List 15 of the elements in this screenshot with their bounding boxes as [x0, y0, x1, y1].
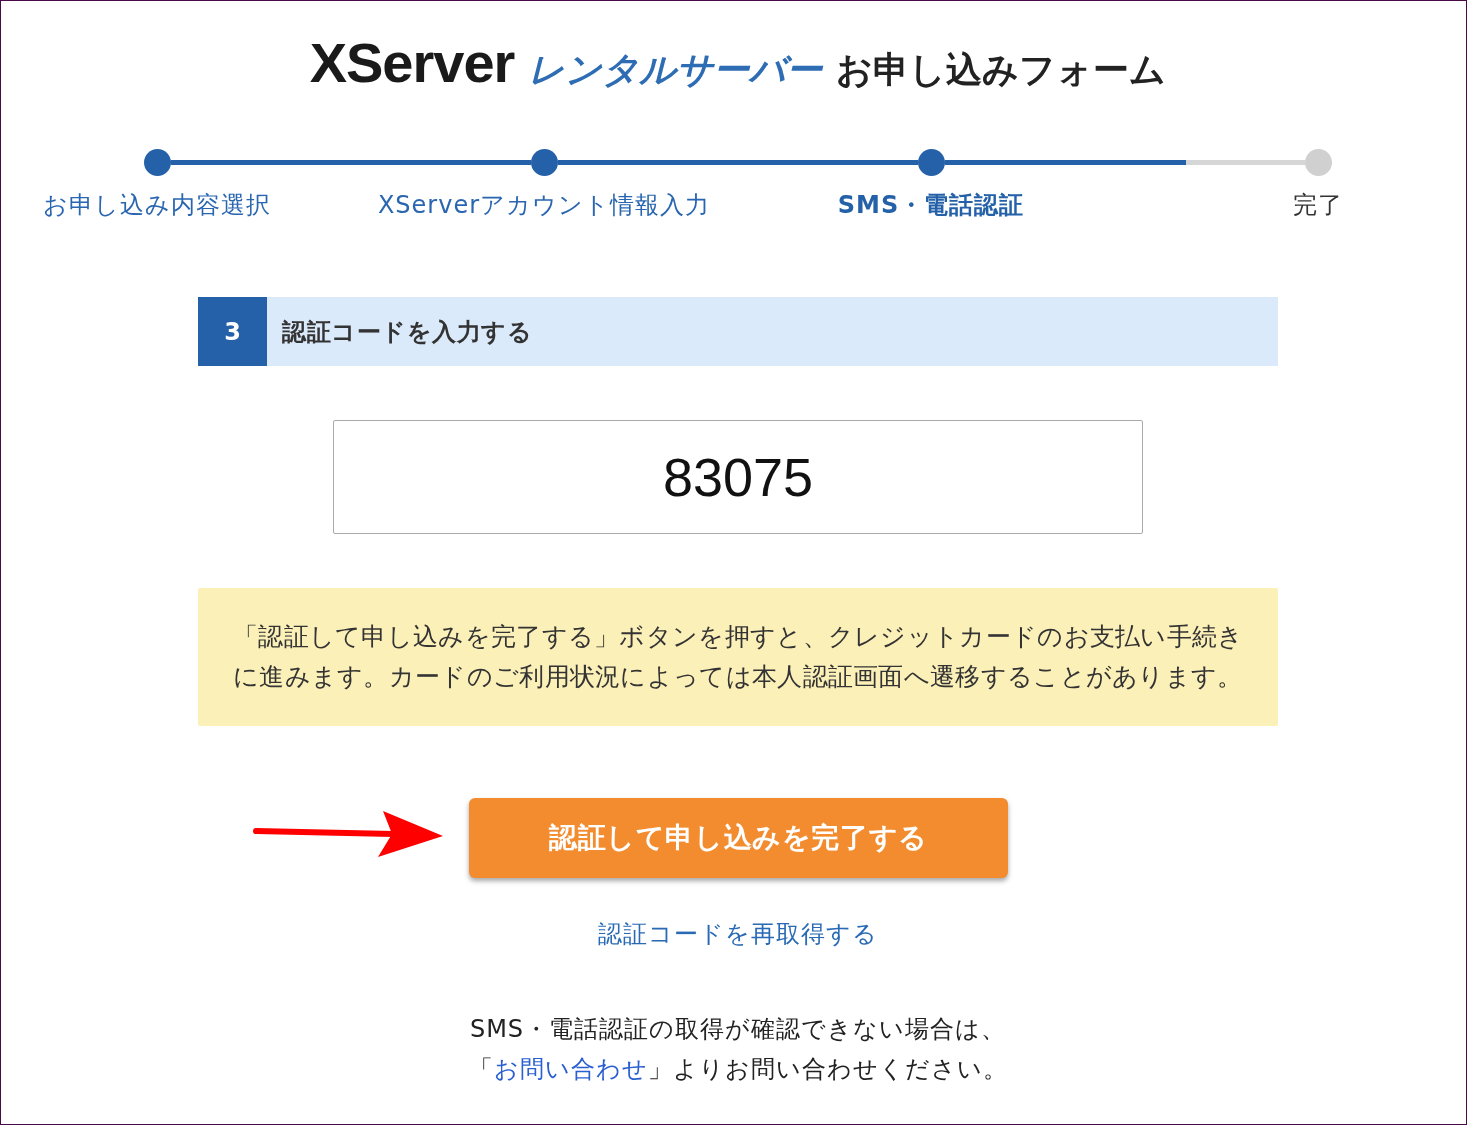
contact-note: SMS・電話認証の取得が確認できない場合は、 「お問い合わせ」よりお問い合わせください。: [468, 1014, 1008, 1085]
form-title: お申し込みフォーム: [836, 48, 1167, 92]
resend-code-link[interactable]: 認証コードを再取得する: [598, 918, 878, 950]
step-label: SMS・電話認証: [837, 190, 1025, 221]
code-input[interactable]: 83075: [333, 420, 1143, 534]
step-label: お申し込み内容選択: [43, 190, 271, 221]
step-label: XServerアカウント情報入力: [377, 190, 711, 221]
contact-link[interactable]: お問い合わせ: [493, 1055, 648, 1083]
step-label: 完了: [1293, 190, 1343, 221]
section-title: 認証コードを入力する: [282, 316, 532, 348]
product-name: レンタルサーバー: [528, 48, 823, 92]
arrow-annotation-icon: [253, 810, 445, 858]
step-number: 3: [198, 297, 267, 366]
notice-message: 「認証して申し込みを完了する」ボタンを押すと、クレジットカードのお支払い手続きに進みます。カードのご利用状況によっては本人認証画面へ遷移することがあります。: [198, 588, 1278, 726]
brand-logo: XServer: [309, 31, 515, 95]
